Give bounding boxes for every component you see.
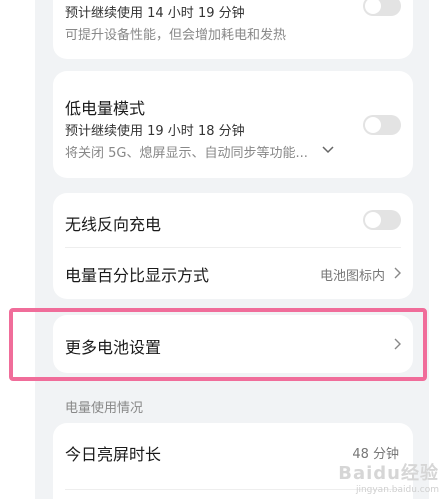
watermark-brand: Baidu经验 [338,463,439,484]
reverse-charge-toggle[interactable] [363,210,401,230]
screen-time-title: 今日亮屏时长 [65,445,162,464]
watermark-logo: Baidu经验 jingyan.baidu.com [338,459,439,495]
toggle-knob [365,0,381,14]
charging-display-card: 无线反向充电 电量百分比显示方式 电池图标内 [53,193,413,299]
reverse-charge-row[interactable]: 无线反向充电 [53,193,413,247]
reverse-charge-title: 无线反向充电 [65,215,162,234]
low-power-title: 低电量模式 [65,99,146,118]
toggle-knob [365,117,381,133]
watermark-url: jingyan.baidu.com [355,485,439,495]
battery-percent-value: 电池图标内 [319,269,385,284]
settings-screen: 预计继续使用 14 小时 19 分钟 可提升设备性能，但会增加耗电和发热 低电量… [35,0,429,499]
low-power-description: 将关闭 5G、熄屏显示、自动同步等功能... [65,146,308,161]
usage-section-label: 电量使用情况 [65,401,144,416]
high-performance-description: 可提升设备性能，但会增加耗电和发热 [65,28,287,43]
toggle-knob [365,212,381,228]
low-power-card: 低电量模式 预计继续使用 19 小时 18 分钟 将关闭 5G、熄屏显示、自动同… [53,71,413,178]
low-power-toggle[interactable] [363,115,401,135]
high-performance-estimate: 预计继续使用 14 小时 19 分钟 [65,6,245,21]
low-power-estimate: 预计继续使用 19 小时 18 分钟 [65,124,245,139]
chevron-right-icon [394,267,401,279]
chevron-down-icon[interactable] [321,143,335,157]
highlight-box [9,308,427,381]
high-performance-card: 预计继续使用 14 小时 19 分钟 可提升设备性能，但会增加耗电和发热 [53,0,413,59]
battery-percent-row[interactable]: 电量百分比显示方式 电池图标内 [53,248,413,299]
battery-percent-title: 电量百分比显示方式 [65,266,210,285]
high-performance-toggle[interactable] [363,0,401,16]
